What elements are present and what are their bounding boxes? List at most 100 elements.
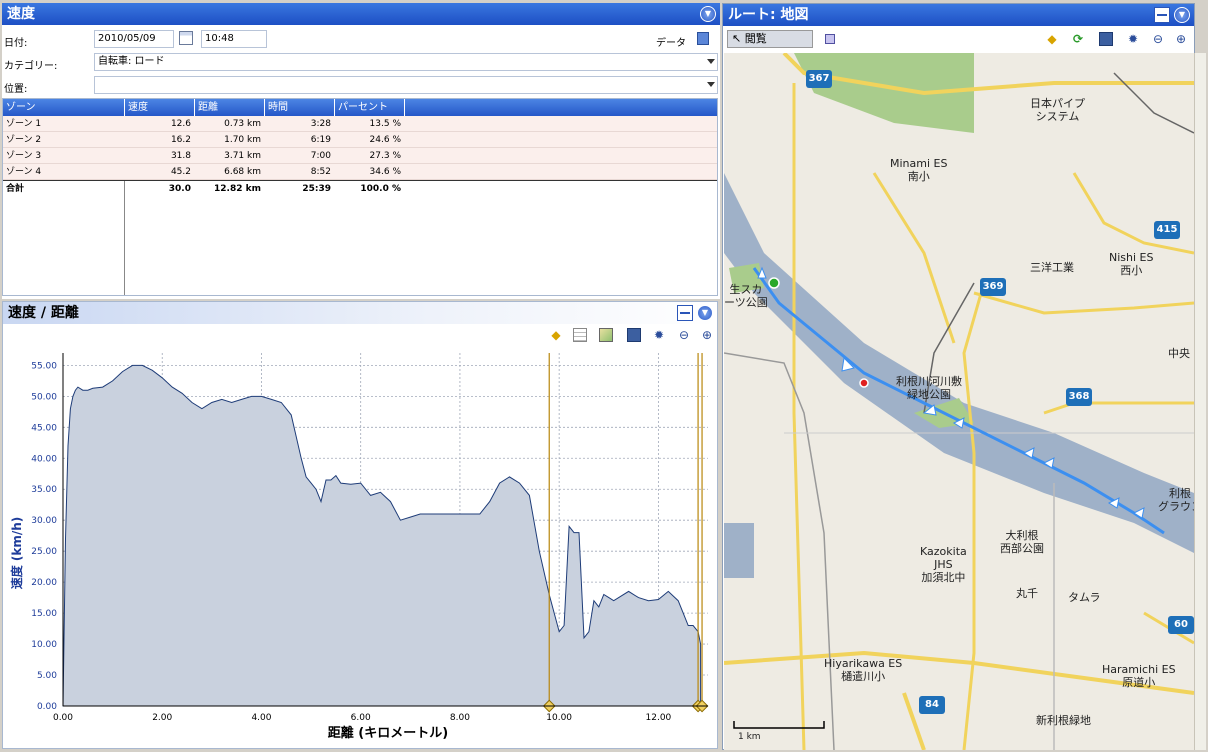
- map-canvas: [724, 53, 1194, 750]
- cell-percent: 24.6 %: [369, 135, 401, 145]
- speed-area: [62, 364, 702, 707]
- road-shield-84: 84: [919, 696, 945, 714]
- speed-panel-header: 速度 ▼: [2, 3, 720, 25]
- cell-distance: 0.73 km: [224, 119, 261, 129]
- select-area-icon[interactable]: [825, 34, 835, 44]
- category-value: 自転車: ロード: [98, 56, 165, 67]
- table-row[interactable]: ゾーン 1 12.6 0.73 km 3:28 13.5 %: [3, 116, 717, 132]
- zoom-in-icon[interactable]: ⊕: [1174, 32, 1188, 46]
- y-tick-label: 10.00: [31, 640, 57, 650]
- calculator-icon[interactable]: [697, 32, 709, 45]
- route-map[interactable]: 367 369 368 415 60 84 日本パイプ システム Minami …: [724, 53, 1194, 750]
- location-label: 位置:: [4, 84, 28, 95]
- y-tick-label: 15.00: [31, 609, 57, 619]
- y-tick-label: 50.00: [31, 392, 57, 402]
- road-shield-368: 368: [1066, 388, 1092, 406]
- map-label-nippon-pipe: 日本パイプ システム: [1030, 97, 1085, 123]
- table-row[interactable]: ゾーン 4 45.2 6.68 km 8:52 34.6 %: [3, 164, 717, 180]
- cell-distance: 12.82 km: [214, 184, 261, 194]
- total-row[interactable]: 合計 30.0 12.82 km 25:39 100.0 %: [3, 180, 717, 196]
- col-zone[interactable]: ゾーン: [3, 99, 125, 116]
- cell-distance: 3.71 km: [224, 151, 261, 161]
- map-scrollbar[interactable]: [1194, 53, 1206, 750]
- cell-speed: 31.8: [170, 151, 191, 161]
- zoom-in-icon[interactable]: ⊕: [700, 328, 714, 342]
- maximize-icon[interactable]: [1154, 7, 1170, 23]
- table-row[interactable]: ゾーン 2 16.2 1.70 km 6:19 24.6 %: [3, 132, 717, 148]
- calendar-icon[interactable]: [179, 31, 193, 45]
- save-icon[interactable]: [1099, 32, 1113, 46]
- chevron-down-icon[interactable]: [707, 59, 715, 64]
- marker-diamond-icon[interactable]: ◆: [549, 328, 563, 342]
- y-tick-label: 5.00: [37, 671, 57, 681]
- map-scale-label: 1 km: [738, 732, 761, 742]
- y-tick-label: 25.00: [31, 547, 57, 557]
- cell-time: 6:19: [310, 135, 331, 145]
- chart-panel-title: 速度 / 距離: [8, 305, 79, 321]
- collapse-icon[interactable]: ▼: [700, 6, 716, 22]
- data-label: データ: [656, 38, 686, 49]
- grid-icon[interactable]: [573, 328, 587, 342]
- cursor-icon: ↖: [732, 32, 742, 45]
- x-tick-label: 0.00: [53, 713, 73, 723]
- cell-time: 25:39: [302, 184, 331, 194]
- map-label-sports-park: 生スカ ーツ公園: [724, 283, 768, 309]
- x-tick-label: 10.00: [546, 713, 572, 723]
- map-label-tone-park: 利根川河川敷 緑地公園: [896, 375, 962, 401]
- y-tick-label: 40.00: [31, 454, 57, 464]
- x-tick-label: 2.00: [152, 713, 172, 723]
- marker-diamond-icon[interactable]: ◆: [1045, 32, 1059, 46]
- chart-panel-header: 速度 / 距離 ▼: [3, 302, 717, 324]
- view-label: 閲覧: [744, 32, 767, 45]
- map-label-chuo: 中央: [1168, 347, 1190, 360]
- map-label-otone-west-park: 大利根 西部公園: [1000, 529, 1044, 555]
- x-tick-label: 12.00: [646, 713, 672, 723]
- cell-distance: 6.68 km: [224, 167, 261, 177]
- y-tick-label: 35.00: [31, 485, 57, 495]
- collapse-icon[interactable]: ▼: [1174, 7, 1190, 23]
- col-distance[interactable]: 距離: [195, 99, 265, 116]
- zone-table: ゾーン 速度 距離 時間 パーセント ゾーン 1 12.6 0.73 km 3:28 1…: [2, 98, 718, 296]
- time-field[interactable]: 10:48: [201, 30, 267, 48]
- col-time[interactable]: 時間: [265, 99, 335, 116]
- date-field[interactable]: 2010/05/09: [94, 30, 174, 48]
- category-combo[interactable]: 自転車: ロード: [94, 53, 718, 71]
- collapse-icon[interactable]: ▼: [697, 305, 713, 321]
- cell-name: ゾーン 4: [6, 167, 42, 177]
- cell-time: 3:28: [310, 119, 331, 129]
- location-combo[interactable]: [94, 76, 718, 94]
- col-speed[interactable]: 速度: [125, 99, 195, 116]
- chart-type-icon[interactable]: [599, 328, 613, 342]
- map-label-tamura: タムラ: [1068, 591, 1101, 604]
- map-label-tone-ground: 利根 グラウン: [1158, 487, 1194, 513]
- save-icon[interactable]: [627, 328, 641, 342]
- y-tick-label: 30.00: [31, 516, 57, 526]
- road-shield-415: 415: [1154, 221, 1180, 239]
- col-percent[interactable]: パーセント: [335, 99, 405, 116]
- zoom-out-icon[interactable]: ⊖: [1151, 32, 1165, 46]
- speed-distance-chart: 0.00 5.00 10.00 15.00 20.00 25.00 30.00 35.00 40…: [9, 353, 709, 741]
- category-label: カテゴリー:: [4, 61, 58, 72]
- map-panel-header: ルート: 地図 ▼: [723, 4, 1194, 26]
- view-button[interactable]: ↖ 閲覧: [727, 30, 813, 48]
- gear-icon[interactable]: ✹: [652, 328, 666, 342]
- cell-distance: 1.70 km: [224, 135, 261, 145]
- map-label-sanyo: 三洋工業: [1030, 261, 1074, 274]
- refresh-icon[interactable]: ⟳: [1071, 32, 1085, 46]
- table-row[interactable]: ゾーン 3 31.8 3.71 km 7:00 27.3 %: [3, 148, 717, 164]
- y-axis-label: 速度 (km/h): [9, 517, 24, 590]
- road-shield-367: 367: [806, 70, 832, 88]
- map-label-kazokita-jhs: Kazokita JHS 加須北中: [920, 545, 967, 584]
- cell-name: ゾーン 1: [6, 119, 42, 129]
- cell-name: 合計: [6, 184, 25, 194]
- maximize-icon[interactable]: [677, 305, 693, 321]
- y-tick-label: 45.00: [31, 423, 57, 433]
- cell-speed: 30.0: [168, 184, 191, 194]
- zoom-out-icon[interactable]: ⊖: [677, 328, 691, 342]
- map-label-shintone: 新利根緑地: [1036, 714, 1091, 727]
- map-label-haramichi-es: Haramichi ES 原道小: [1102, 663, 1176, 689]
- chevron-down-icon[interactable]: [707, 82, 715, 87]
- x-tick-label: 4.00: [251, 713, 271, 723]
- y-tick-label: 20.00: [31, 578, 57, 588]
- gear-icon[interactable]: ✹: [1126, 32, 1140, 46]
